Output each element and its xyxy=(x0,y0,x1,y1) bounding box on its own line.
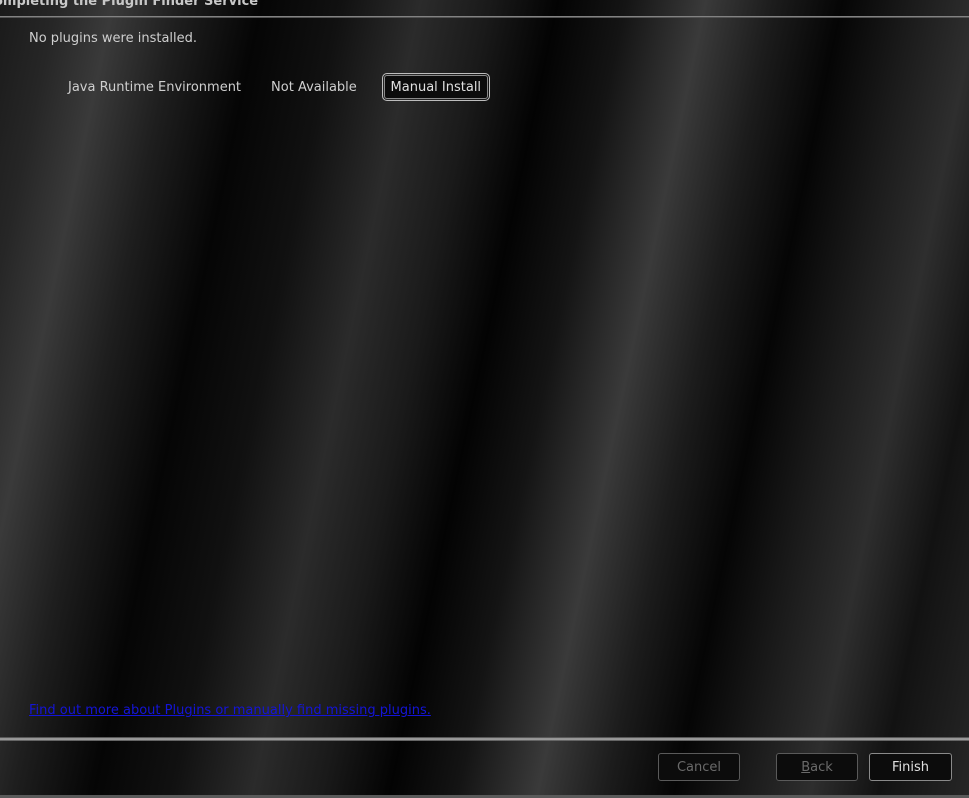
wizard-button-bar: Cancel Back Finish xyxy=(0,741,969,798)
back-mnemonic: B xyxy=(801,759,811,775)
back-button[interactable]: Back xyxy=(776,753,858,781)
back-label: ack xyxy=(810,759,833,775)
cancel-button[interactable]: Cancel xyxy=(658,753,740,781)
finish-button[interactable]: Finish xyxy=(869,753,952,781)
plugin-row-java: Java Runtime Environment Not Available M… xyxy=(68,72,490,102)
plugin-name: Java Runtime Environment xyxy=(68,79,242,95)
header-separator xyxy=(0,16,969,18)
manual-install-button[interactable]: Manual Install xyxy=(381,73,490,101)
page-title: ompleting the Plugin Finder Service xyxy=(0,0,259,9)
find-plugins-link[interactable]: Find out more about Plugins or manually … xyxy=(29,703,431,718)
wizard-header: ompleting the Plugin Finder Service xyxy=(0,0,969,16)
install-status-text: No plugins were installed. xyxy=(29,31,198,46)
plugin-status: Not Available xyxy=(271,79,357,95)
